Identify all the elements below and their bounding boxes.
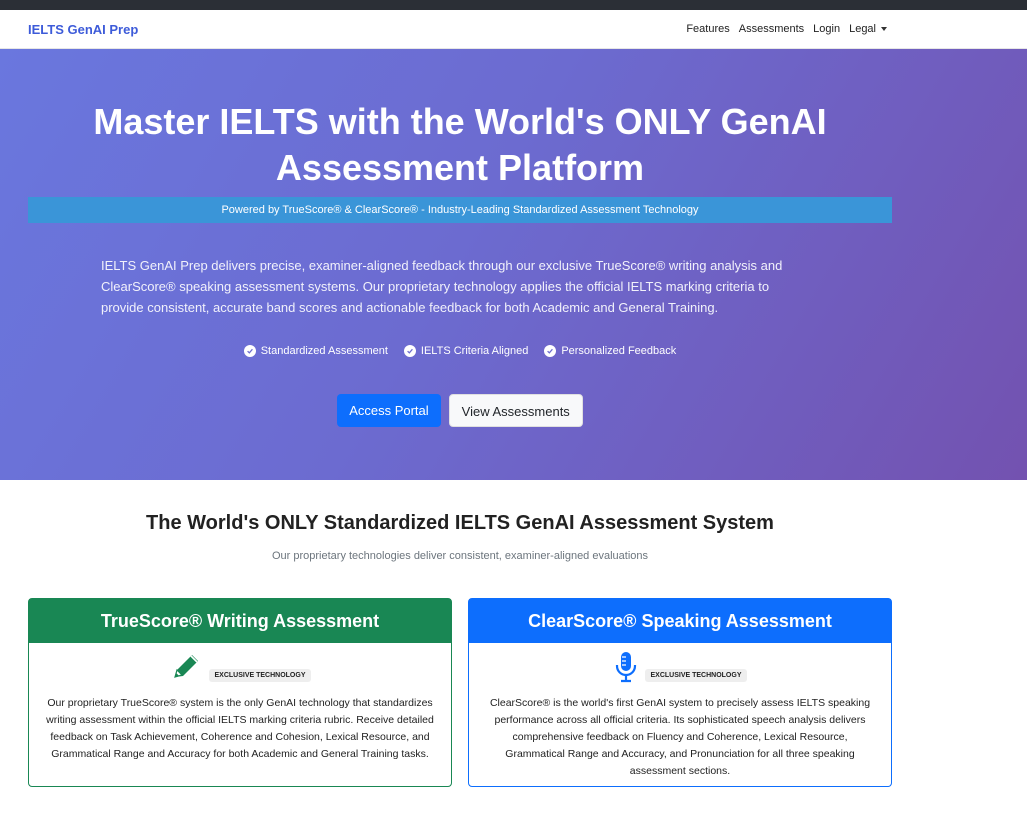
nav-link-login[interactable]: Login xyxy=(813,23,840,35)
speaking-assessment-card: ClearScore® Speaking Assessment EXCLUSIV… xyxy=(468,598,892,787)
caret-down-icon xyxy=(881,27,887,32)
nav-legal-label: Legal xyxy=(849,23,876,35)
view-assessments-button[interactable]: View Assessments xyxy=(448,394,583,427)
check-circle-icon xyxy=(544,345,557,357)
nav-links: Features Assessments Login Legal xyxy=(686,23,887,35)
feature-item: Personalized Feedback xyxy=(544,345,676,357)
hero-title: Master IELTS with the World's ONLY GenAI… xyxy=(28,99,892,191)
navbar: IELTS GenAI Prep Features Assessments Lo… xyxy=(0,10,1027,49)
nav-link-assessments[interactable]: Assessments xyxy=(739,23,804,35)
hero-title-line-2: Assessment Platform xyxy=(275,147,645,188)
hero-section: Master IELTS with the World's ONLY GenAI… xyxy=(0,49,1027,480)
hero-description: IELTS GenAI Prep delivers precise, exami… xyxy=(101,258,783,315)
check-circle-icon xyxy=(243,345,256,357)
hero-button-row: Access Portal View Assessments xyxy=(28,394,892,427)
feature-label: IELTS Criteria Aligned xyxy=(420,345,529,357)
writing-assessment-card: TrueScore® Writing Assessment EXCLUSIVE … xyxy=(28,598,452,787)
exclusive-technology-badge: EXCLUSIVE TECHNOLOGY xyxy=(209,668,311,682)
speaking-card-text: ClearScore® is the world's first GenAI s… xyxy=(489,697,871,777)
exclusive-technology-badge: EXCLUSIVE TECHNOLOGY xyxy=(645,668,747,682)
feature-item: IELTS Criteria Aligned xyxy=(403,345,529,357)
powered-by-banner: Powered by TrueScore® & ClearScore® - In… xyxy=(28,197,892,223)
check-circle-icon xyxy=(403,345,416,357)
nav-link-features[interactable]: Features xyxy=(686,23,729,35)
pencil-icon xyxy=(169,650,203,689)
browser-top-strip xyxy=(0,0,1027,10)
brand-logo-link[interactable]: IELTS GenAI Prep xyxy=(28,22,138,37)
nav-dropdown-legal[interactable]: Legal xyxy=(849,23,887,35)
writing-card-header: TrueScore® Writing Assessment xyxy=(29,599,451,643)
feature-label: Standardized Assessment xyxy=(260,345,388,357)
hero-feature-list: Standardized Assessment IELTS Criteria A… xyxy=(28,345,892,357)
speaking-card-header: ClearScore® Speaking Assessment xyxy=(469,599,891,643)
feature-item: Standardized Assessment xyxy=(243,345,388,357)
feature-label: Personalized Feedback xyxy=(561,345,677,357)
access-portal-button[interactable]: Access Portal xyxy=(337,394,441,427)
writing-card-text: Our proprietary TrueScore® system is the… xyxy=(46,697,434,760)
section-title: The World's ONLY Standardized IELTS GenA… xyxy=(146,512,774,534)
section-subtitle: Our proprietary technologies deliver con… xyxy=(271,550,649,562)
writing-icon-row: EXCLUSIVE TECHNOLOGY xyxy=(29,652,451,686)
speaking-icon-row: EXCLUSIVE TECHNOLOGY xyxy=(469,650,891,689)
hero-title-line-1: Master IELTS with the World's ONLY GenAI xyxy=(93,101,827,142)
microphone-icon xyxy=(613,650,639,689)
